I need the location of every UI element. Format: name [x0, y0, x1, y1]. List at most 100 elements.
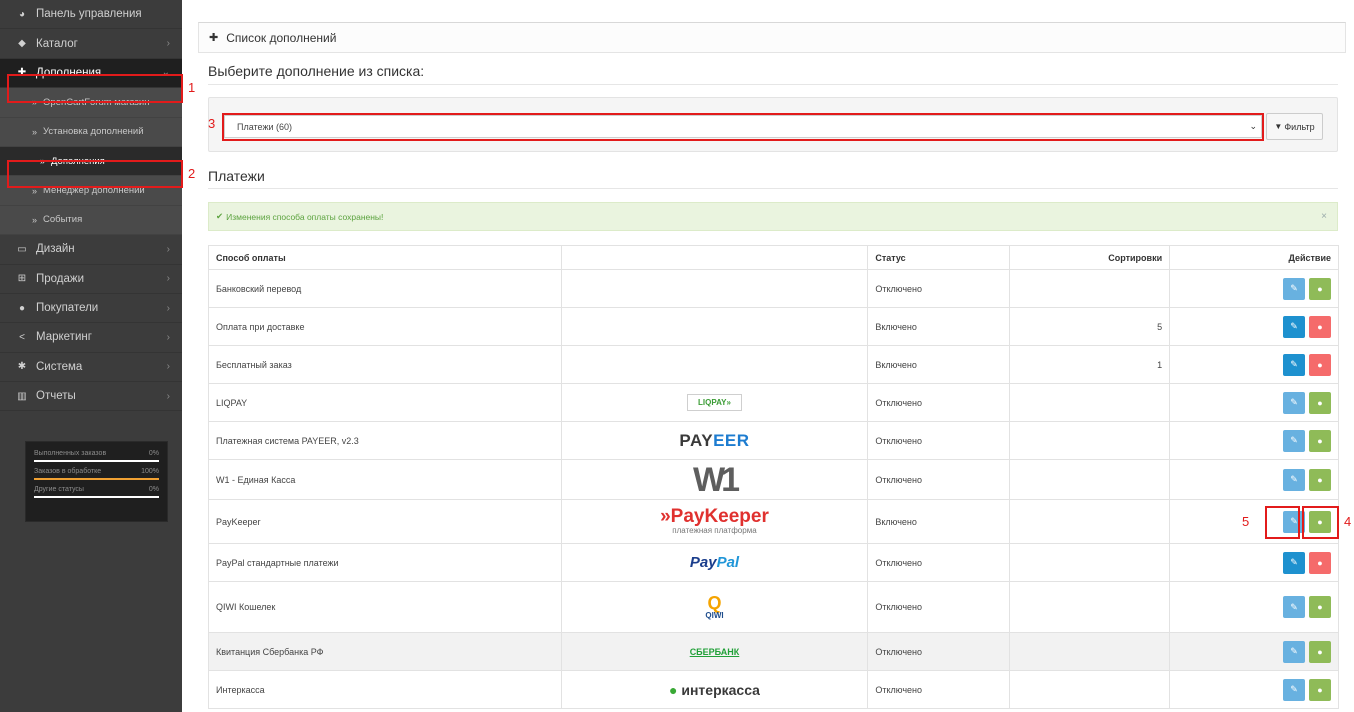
table-row: Оплата при доставке Включено 5 ✎ ●	[208, 307, 1339, 346]
sidebar-item-system[interactable]: ✱ Система ›	[0, 352, 182, 383]
install-button[interactable]: ●	[1309, 640, 1331, 663]
annotation-label-5: 5	[1242, 514, 1250, 529]
close-icon[interactable]: ×	[1321, 211, 1327, 222]
action-cell: ✎ ●	[1169, 421, 1339, 460]
panel-heading-text: Список дополнений	[226, 30, 337, 45]
divider	[208, 84, 1338, 85]
pencil-icon: ✎	[1290, 283, 1298, 293]
edit-button[interactable]: ✎	[1283, 551, 1305, 574]
stat-row: Заказов в обработке 100%	[34, 468, 159, 475]
stat-label: Заказов в обработке	[34, 468, 102, 475]
method-logo: Q QIWI	[560, 581, 869, 633]
sidebar-subitem-label: Установка дополнений	[43, 126, 144, 138]
table-row: LIQPAY LIQPAY» Отключено ✎ ●	[208, 383, 1339, 422]
sidebar-item-label: Покупатели	[36, 302, 99, 315]
method-status: Отключено	[867, 670, 1011, 709]
action-cell: ✎ ●	[1169, 632, 1339, 671]
edit-button[interactable]: ✎	[1283, 277, 1305, 300]
qiwi-logo-text: QIWI	[705, 611, 724, 620]
pencil-icon: ✎	[1290, 557, 1298, 567]
install-button[interactable]: ●	[1309, 277, 1331, 300]
method-sort	[1009, 383, 1171, 422]
method-name: Квитанция Сбербанка РФ	[208, 632, 562, 671]
sidebar-item-customers[interactable]: ● Покупатели ›	[0, 293, 182, 324]
annotation-box-5	[1265, 506, 1300, 539]
chevron-right-icon: ›	[166, 390, 170, 402]
uninstall-button[interactable]: ●	[1309, 353, 1331, 376]
divider	[208, 188, 1338, 189]
sidebar-item-catalog[interactable]: ◆ Каталог ›	[0, 29, 182, 59]
sidebar-item-dashboard[interactable]: ◕ Панель управления	[0, 0, 182, 30]
uninstall-button[interactable]: ●	[1309, 315, 1331, 338]
stat-label: Выполненных заказов	[34, 450, 107, 457]
stat-progress-bar	[34, 478, 159, 480]
method-logo	[560, 345, 869, 384]
tag-icon: ◆	[18, 38, 26, 50]
stat-row: Выполненных заказов 0%	[34, 450, 159, 457]
action-cell: ✎ ●	[1169, 383, 1339, 422]
method-status: Включено	[867, 345, 1011, 384]
pencil-icon: ✎	[1290, 435, 1298, 445]
edit-button[interactable]: ✎	[1283, 315, 1305, 338]
stat-progress-bar	[34, 496, 159, 498]
table-row: Бесплатный заказ Включено 1 ✎ ●	[208, 345, 1339, 384]
method-status: Отключено	[867, 632, 1011, 671]
filter-button[interactable]: ▼ Фильтр	[1266, 113, 1323, 140]
install-button[interactable]: ●	[1309, 468, 1331, 491]
col-header-status[interactable]: Статус	[867, 245, 1011, 270]
install-button[interactable]: ●	[1309, 429, 1331, 452]
bar-chart-icon: ▥	[17, 390, 27, 402]
install-button[interactable]: ●	[1309, 596, 1331, 618]
stat-row: Другие статусы 0%	[34, 486, 159, 493]
sidebar-subitem-label: События	[43, 214, 83, 226]
uninstall-button[interactable]: ●	[1309, 551, 1331, 574]
pencil-icon: ✎	[1290, 646, 1298, 656]
method-logo	[560, 269, 869, 308]
sidebar-item-marketing[interactable]: < Маркетинг ›	[0, 323, 182, 353]
col-header-method[interactable]: Способ оплаты	[208, 245, 562, 270]
edit-button[interactable]: ✎	[1283, 640, 1305, 663]
table-row: PayPal стандартные платежи PayPal Отключ…	[208, 543, 1339, 582]
edit-button[interactable]: ✎	[1283, 353, 1305, 376]
cart-icon: ⊞	[17, 273, 27, 285]
col-header-sort[interactable]: Сортировки	[1009, 245, 1171, 270]
pencil-icon: ✎	[1290, 359, 1298, 369]
install-button[interactable]: ●	[1309, 391, 1331, 414]
annotation-label-3: 3	[208, 116, 216, 131]
sidebar-item-label: Дизайн	[36, 243, 75, 256]
edit-button[interactable]: ✎	[1283, 678, 1305, 701]
method-sort	[1009, 421, 1171, 460]
edit-button[interactable]: ✎	[1283, 429, 1305, 452]
sidebar-item-design[interactable]: ▭ Дизайн ›	[0, 235, 182, 265]
alert-text: Изменения способа оплаты сохранены!	[226, 211, 384, 222]
plus-circle-icon: ●	[1317, 283, 1323, 294]
edit-button[interactable]: ✎	[1283, 596, 1305, 618]
method-logo: LIQPAY»	[560, 383, 869, 422]
annotation-box-1	[7, 74, 183, 103]
table-row: Банковский перевод Отключено ✎ ●	[208, 269, 1339, 308]
method-sort	[1009, 632, 1171, 671]
sidebar-subitem-installer[interactable]: » Установка дополнений	[0, 117, 182, 147]
sidebar-subitem-events[interactable]: » События	[0, 205, 182, 236]
action-cell: ✎ ●	[1169, 345, 1339, 384]
table-row: QIWI Кошелек Q QIWI Отключено ✎ ●	[208, 581, 1339, 633]
annotation-box-4	[1302, 506, 1339, 539]
plus-circle-icon: ●	[1317, 474, 1323, 485]
sidebar-item-sales[interactable]: ⊞ Продажи ›	[0, 264, 182, 294]
puzzle-icon: ✚	[209, 32, 219, 44]
edit-button[interactable]: ✎	[1283, 391, 1305, 414]
method-logo: СБЕРБАНК	[560, 632, 869, 671]
panel-heading: ✚ Список дополнений	[198, 22, 1346, 53]
annotation-label-1: 1	[188, 80, 196, 95]
table-row: PayKeeper »PayKeeper платежная платформа …	[208, 499, 1339, 544]
sidebar-item-label: Система	[36, 360, 83, 373]
method-name: LIQPAY	[208, 383, 562, 422]
method-sort	[1009, 670, 1171, 709]
install-button[interactable]: ●	[1309, 678, 1331, 701]
sidebar-item-reports[interactable]: ▥ Отчеты ›	[0, 382, 182, 412]
chevron-right-icon: ›	[166, 243, 170, 255]
method-name: QIWI Кошелек	[208, 581, 562, 633]
edit-button[interactable]: ✎	[1283, 468, 1305, 491]
chevron-right-icon: ›	[166, 38, 170, 50]
qiwi-logo-mark: Q	[707, 593, 722, 613]
